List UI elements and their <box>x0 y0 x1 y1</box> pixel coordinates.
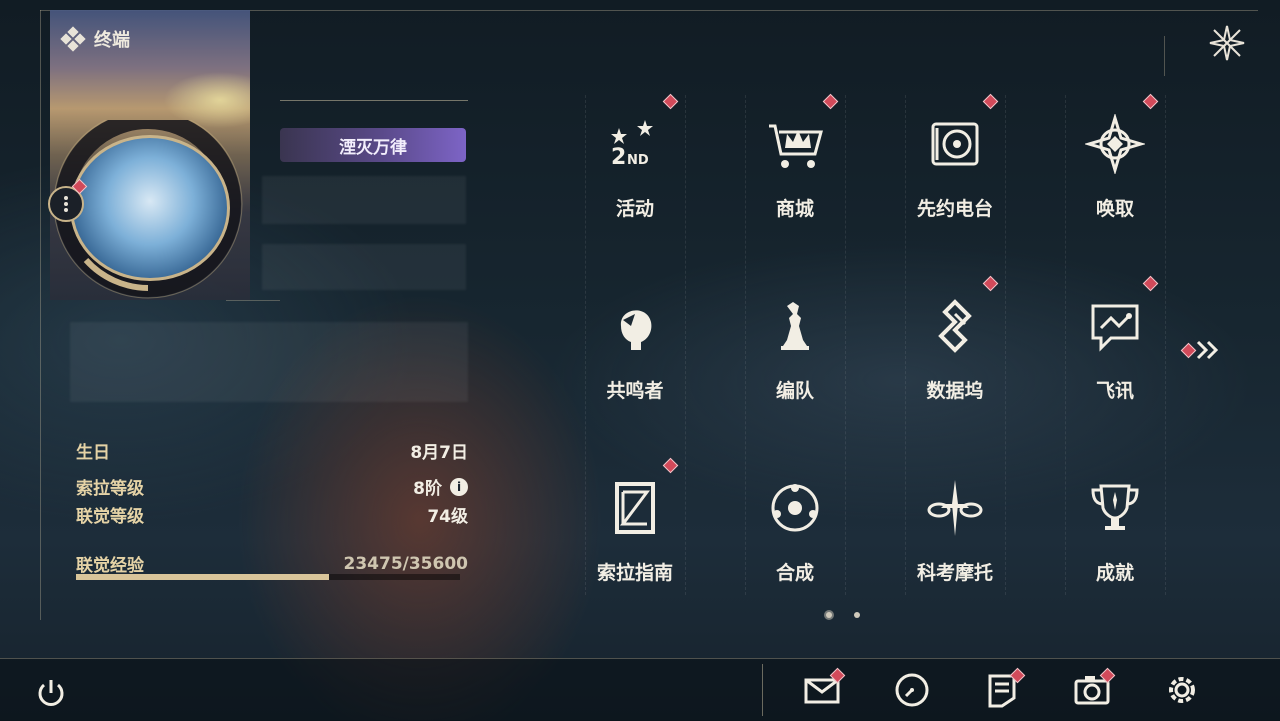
menu-item-team[interactable]: 编队 <box>735 274 855 434</box>
menu-item-label: 商城 <box>775 198 814 220</box>
frame-left-line <box>40 10 41 620</box>
event-2nd-anniversary-icon: 2 ND <box>611 120 653 170</box>
stat-label: 索拉等级 <box>76 479 144 499</box>
team-chess-icon <box>781 302 809 350</box>
frame-right-line <box>1164 36 1165 76</box>
menu-item-messages[interactable]: 飞讯 <box>1055 274 1175 434</box>
hidden-name-field <box>262 176 466 224</box>
stat-value: 23475/35600 <box>343 553 469 574</box>
menu-item-synthesis[interactable]: 合成 <box>735 456 855 616</box>
hidden-id-field <box>262 244 466 290</box>
bottom-bar-divider <box>762 664 763 716</box>
page-indicator <box>826 612 860 618</box>
menu-item-resonators[interactable]: 共鸣者 <box>575 274 695 434</box>
menu-item-shop[interactable]: 商城 <box>735 92 855 252</box>
menu-item-label: 先约电台 <box>916 198 993 220</box>
stat-value: 8月7日 <box>410 443 468 463</box>
svg-text:2: 2 <box>611 145 626 170</box>
notification-badge <box>1142 275 1159 292</box>
clock-icon <box>895 673 929 707</box>
stat-row-union-level: 联觉等级 74级 <box>76 502 468 527</box>
menu-item-label: 索拉指南 <box>596 562 673 584</box>
diamond-cluster-icon <box>60 26 86 52</box>
message-chat-icon <box>1091 304 1139 352</box>
settings-button[interactable] <box>1162 670 1202 710</box>
exp-progress-bar <box>76 574 460 580</box>
synthesis-orbit-icon <box>771 484 819 532</box>
page-dot-active[interactable] <box>826 612 832 618</box>
stat-label: 联觉等级 <box>76 507 144 527</box>
menu-item-radio[interactable]: 先约电台 <box>895 92 1015 252</box>
frame-divider-top <box>280 100 468 101</box>
menu-item-guidebook[interactable]: 索拉指南 <box>575 456 695 616</box>
stat-row-union-exp: 联觉经验 23475/35600 <box>76 551 469 577</box>
page-title: 终端 <box>94 30 130 51</box>
radio-record-icon <box>931 122 979 166</box>
stat-value: 74级 <box>427 507 468 527</box>
clock-button[interactable] <box>892 670 932 710</box>
resonator-head-icon <box>620 310 652 350</box>
next-page-button[interactable] <box>1180 338 1226 362</box>
notification-badge <box>982 93 999 110</box>
stat-label: 联觉经验 <box>76 556 144 576</box>
data-bank-icon <box>938 299 972 353</box>
page-dot[interactable] <box>854 612 860 618</box>
stat-row-birthday: 生日 8月7日 <box>76 438 468 463</box>
power-icon <box>38 680 64 706</box>
menu-item-label: 共鸣者 <box>606 380 664 402</box>
page-header: 终端 <box>60 26 130 52</box>
menu-item-label: 合成 <box>775 562 814 584</box>
svg-text:ND: ND <box>627 153 649 168</box>
menu-item-label: 飞讯 <box>1095 380 1134 402</box>
exp-progress-fill <box>76 574 330 580</box>
summon-compass-icon <box>1085 114 1145 174</box>
menu-item-achievements[interactable]: 成就 <box>1055 456 1175 616</box>
menu-item-motorcycle[interactable]: 科考摩托 <box>895 456 1015 616</box>
menu-item-events[interactable]: 2 ND 活动 <box>575 92 695 252</box>
menu-item-convene[interactable]: 唤取 <box>1055 92 1175 252</box>
menu-item-label: 数据坞 <box>926 380 984 402</box>
hidden-signature-field[interactable] <box>70 322 468 402</box>
guidebook-icon <box>615 482 655 534</box>
title-plate-label: 湮灭万律 <box>339 137 407 158</box>
shop-cart-crown-icon <box>769 124 823 168</box>
stat-row-sol-rank: 索拉等级 8阶 i <box>76 474 468 499</box>
menu-item-label: 活动 <box>615 198 654 220</box>
close-button[interactable] <box>1206 22 1248 64</box>
mail-button[interactable] <box>802 667 846 710</box>
stat-value: 8阶 <box>413 479 442 499</box>
title-plate[interactable]: 湮灭万律 <box>280 128 466 162</box>
menu-item-label: 成就 <box>1095 562 1134 584</box>
notification-badge <box>822 93 839 110</box>
menu-item-label: 编队 <box>775 380 814 402</box>
notice-button[interactable] <box>982 667 1026 710</box>
power-button[interactable] <box>34 676 68 710</box>
avatar[interactable] <box>70 135 230 281</box>
notification-badge <box>662 93 679 110</box>
menu-item-label: 科考摩托 <box>916 562 993 584</box>
notification-badge <box>662 457 679 474</box>
menu-item-label: 唤取 <box>1095 198 1134 220</box>
info-icon[interactable]: i <box>450 477 468 496</box>
more-dots-icon <box>64 194 68 214</box>
double-chevron-right-icon <box>1196 340 1219 360</box>
settings-gear-icon <box>1169 677 1195 703</box>
notification-badge <box>982 275 999 292</box>
stat-label: 生日 <box>76 443 110 463</box>
trophy-icon <box>1091 484 1139 530</box>
camera-button[interactable] <box>1072 667 1116 710</box>
motorcycle-icon <box>927 480 983 536</box>
stat-value-group: 8阶 i <box>413 474 468 499</box>
menu-item-data-bank[interactable]: 数据坞 <box>895 274 1015 434</box>
notification-badge <box>1142 93 1159 110</box>
close-star-icon <box>1209 25 1245 61</box>
